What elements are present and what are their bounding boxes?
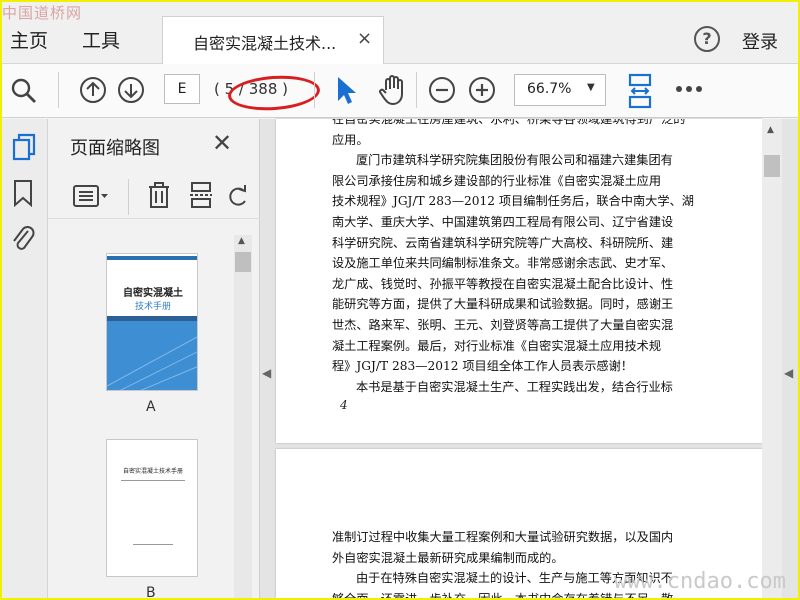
app-window: 主页 工具 自密实混凝土技术... × ? 登录 E ( 5 / 388 ) 6…	[2, 2, 798, 598]
text-line: 厦门市建筑科学研究院集团股份有限公司和福建六建集团有	[356, 153, 673, 168]
menu-tools[interactable]: 工具	[82, 26, 120, 53]
watermark-logo: 中国道桥网	[2, 4, 83, 22]
page-down-icon[interactable]	[117, 76, 145, 104]
zoom-in-icon[interactable]	[468, 76, 496, 104]
thumbnail-label-b: B	[146, 585, 156, 598]
document-scrollbar[interactable]: ▲	[762, 119, 782, 598]
thumbnail-label-a: A	[146, 399, 156, 415]
document-tab[interactable]: 自密实混凝土技术... ×	[162, 16, 384, 64]
close-icon[interactable]: ✕	[212, 129, 232, 157]
page-options-icon[interactable]	[72, 183, 110, 209]
highlight-oval	[226, 72, 322, 114]
cover-image	[107, 316, 197, 390]
zoom-value: 66.7%	[527, 81, 572, 97]
attachment-icon[interactable]	[10, 223, 36, 253]
text-line: 设及施工单位来共同编制标准条文。非常感谢余志武、史才军、	[332, 256, 674, 271]
chevron-down-icon: ▼	[587, 82, 595, 93]
select-cursor-icon[interactable]	[334, 75, 358, 105]
scroll-thumb[interactable]	[764, 155, 780, 177]
toolbar-divider	[314, 72, 315, 108]
rotate-icon[interactable]	[226, 183, 250, 209]
login-button[interactable]: 登录	[742, 28, 778, 54]
text-line: 限公司承接住房和城乡建设部的行业标准《自密实混凝土应用	[332, 173, 662, 188]
thumbnail-page-b[interactable]: 自密实混凝土技术手册	[106, 439, 198, 577]
pages-icon[interactable]	[11, 133, 37, 163]
more-icon[interactable]	[674, 84, 704, 94]
document-page: 在自密实混凝土在房屋建筑、水利、桥梁等各领域建筑得到广泛的应用。厦门市建筑科学研…	[276, 119, 762, 443]
text-line: 准制订过程中收集大量工程案例和大量试验研究数据，以及国内	[332, 530, 674, 544]
text-line: 外自密实混凝土最新研究成果编制而成的。	[332, 550, 564, 565]
tab-close-icon[interactable]: ×	[357, 28, 372, 49]
title-page-heading: 自密实混凝土技术手册	[122, 468, 183, 475]
toolbar-divider	[58, 72, 59, 108]
thumbnail-scrollbar[interactable]: ▲	[234, 235, 252, 598]
title-page-line	[121, 480, 185, 481]
page-up-icon[interactable]	[79, 76, 107, 104]
fit-page-icon[interactable]	[626, 72, 654, 110]
page-number: 4	[340, 398, 348, 412]
toolbar-divider	[128, 179, 129, 215]
extract-icon[interactable]	[188, 181, 214, 211]
collapse-panel-icon[interactable]: ◀	[262, 366, 271, 380]
panel-title: 页面缩略图	[70, 138, 160, 159]
text-line: 能研究等方面，提供了大量科研成果和试验数据。同时，感谢王	[332, 297, 674, 312]
cover-band	[107, 256, 197, 260]
text-line: 在自密实混凝土在房屋建筑、水利、桥梁等各领域建筑得到广泛的	[332, 119, 686, 126]
text-line: 世杰、路来军、张明、王元、刘登贤等高工提供了大量自密实混	[332, 317, 674, 332]
navigation-rail	[2, 119, 48, 598]
menu-bar: 主页 工具 自密实混凝土技术... × ? 登录	[2, 2, 798, 64]
scroll-up-icon[interactable]: ▲	[767, 125, 774, 135]
text-line: 科学研究院、云南省建筑科学研究院等广大高校、科研院所、建	[332, 235, 674, 250]
zoom-select[interactable]: 66.7% ▼	[514, 74, 606, 106]
text-line: 应用。	[332, 132, 369, 147]
title-page-line	[133, 544, 173, 545]
cover-subtitle: 技术手册	[134, 302, 171, 312]
thumbnail-panel: 页面缩略图 ✕ ▲ 自密实混凝土 技术手册 A 自密实混凝土技术手册 B	[48, 119, 260, 598]
toolbar: E ( 5 / 388 ) 66.7% ▼	[2, 64, 798, 118]
thumbnail-page-a[interactable]: 自密实混凝土 技术手册	[106, 253, 198, 391]
tab-title: 自密实混凝土技术...	[193, 34, 337, 53]
cover-title: 自密实混凝土	[123, 288, 183, 299]
text-line: 南大学、重庆大学、中国建筑第四工程局有限公司、辽宁省建设	[332, 214, 674, 229]
panel-toolbar	[48, 175, 260, 219]
bookmark-icon[interactable]	[12, 179, 34, 207]
delete-icon[interactable]	[146, 181, 172, 211]
text-line: 凝土工程案例。最后，对行业标准《自密实混凝土应用技术规	[332, 338, 662, 353]
hand-tool-icon[interactable]	[378, 74, 408, 106]
page-number-input[interactable]: E	[164, 74, 200, 104]
search-icon[interactable]	[10, 77, 38, 105]
text-line: 龙广成、钱觉时、孙振平等教授在自密实混凝土配合比设计、性	[332, 276, 674, 291]
text-line: 本书是基于自密实混凝土生产、工程实践出发，结合行业标	[356, 379, 673, 394]
help-circle-icon[interactable]: ?	[694, 26, 720, 52]
text-line: 程》JGJ/T 283—2012 项目组全体工作人员表示感谢！	[332, 359, 633, 374]
scroll-up-icon[interactable]: ▲	[238, 236, 245, 246]
page-body-text: 在自密实混凝土在房屋建筑、水利、桥梁等各领域建筑得到广泛的应用。厦门市建筑科学研…	[332, 119, 698, 397]
expand-pane-icon[interactable]: ◀	[784, 366, 793, 380]
scroll-thumb[interactable]	[235, 252, 251, 272]
watermark-url: www.cndao.com	[613, 569, 786, 594]
cover-pattern	[107, 316, 197, 390]
zoom-out-icon[interactable]	[428, 76, 456, 104]
menu-home[interactable]: 主页	[10, 26, 48, 53]
text-line: 技术规程》JGJ/T 283—2012 项目编制任务后，联合中南大学、湖	[332, 194, 694, 209]
toolbar-divider	[416, 72, 417, 108]
